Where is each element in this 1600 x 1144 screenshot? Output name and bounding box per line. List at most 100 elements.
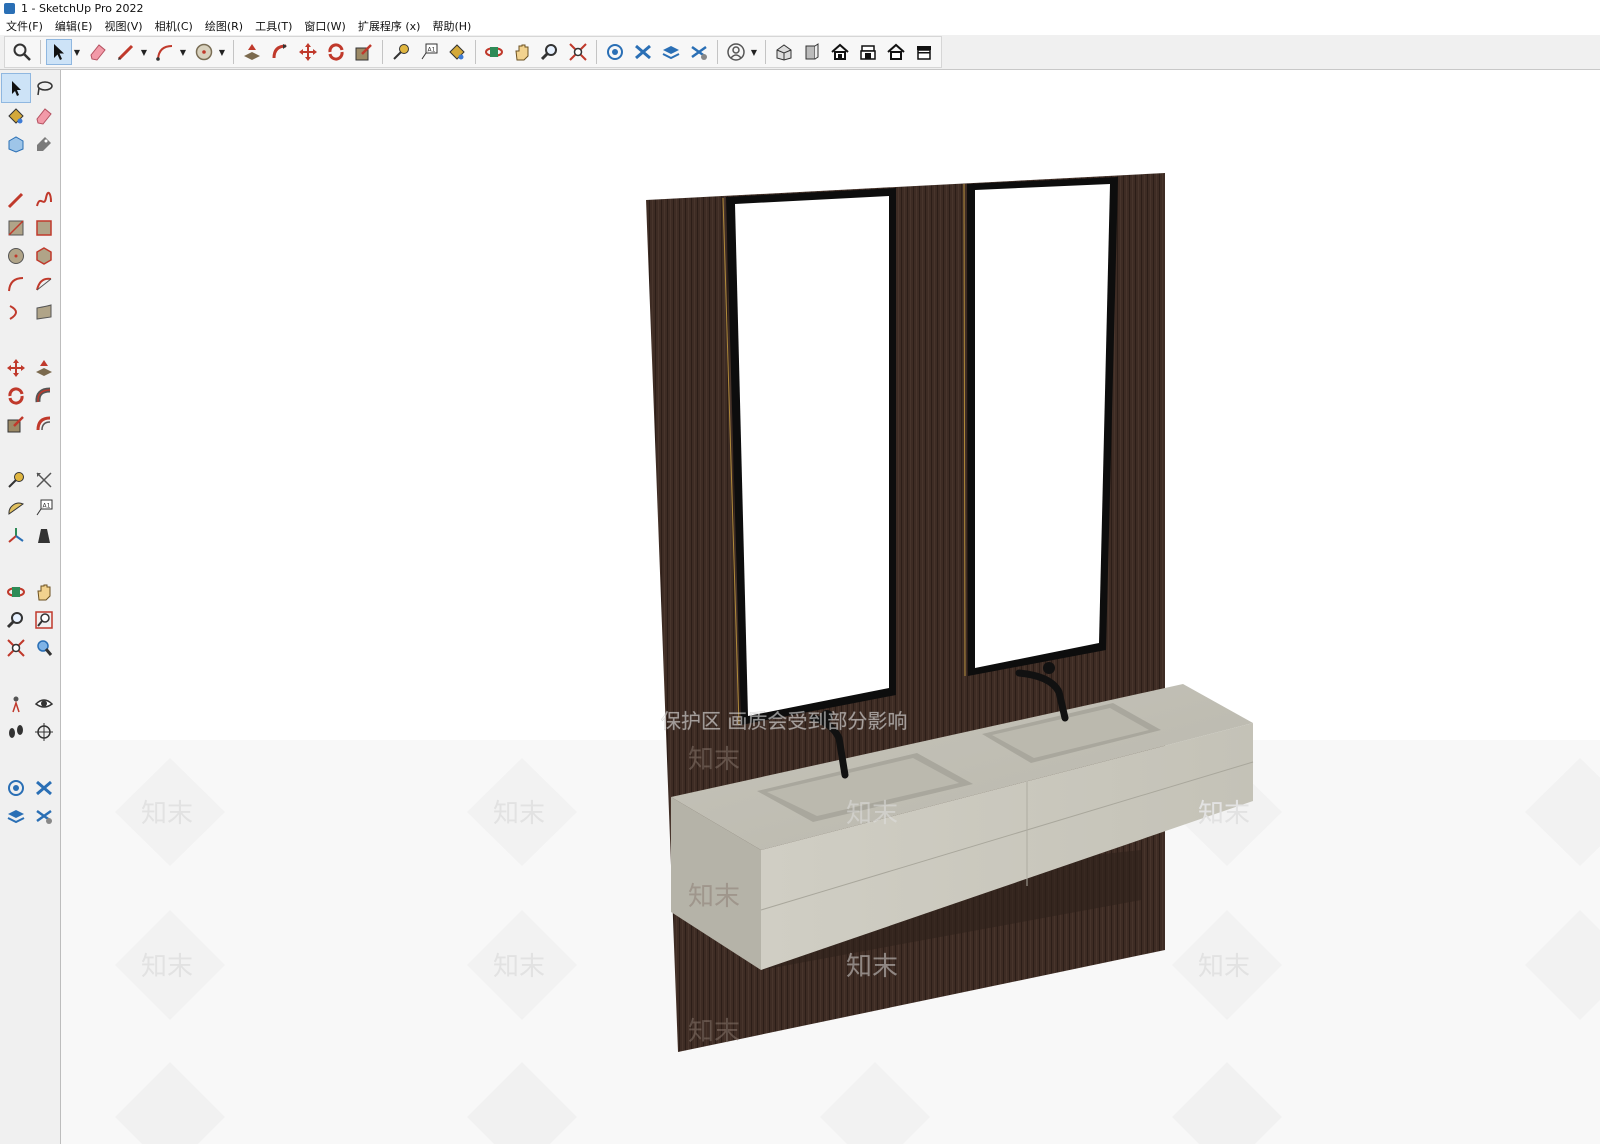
eraser-icon[interactable] (30, 102, 58, 130)
menu-file[interactable]: 文件(F) (0, 18, 49, 34)
position-camera-icon[interactable] (2, 690, 30, 718)
chevron-down-icon[interactable]: ▼ (218, 39, 226, 65)
right-view-icon[interactable] (855, 39, 881, 65)
menu-help[interactable]: 帮助(H) (426, 18, 477, 34)
mirror-left-glass[interactable] (735, 196, 889, 716)
iso-view-icon[interactable] (771, 39, 797, 65)
back-view-icon[interactable] (883, 39, 909, 65)
select-icon[interactable] (1, 73, 31, 103)
layers-icon[interactable] (658, 39, 684, 65)
zoom-window-icon[interactable] (30, 606, 58, 634)
text-icon[interactable]: A1 (416, 39, 442, 65)
zoom-extents-icon[interactable] (565, 39, 591, 65)
toolbar-separator (765, 40, 766, 64)
pencil-icon[interactable] (113, 39, 139, 65)
chevron-down-icon[interactable]: ▼ (179, 39, 187, 65)
pan-icon[interactable] (30, 578, 58, 606)
move-icon[interactable] (2, 354, 30, 382)
push-pull-icon[interactable] (239, 39, 265, 65)
pie-icon[interactable] (30, 298, 58, 326)
axes-icon[interactable] (2, 522, 30, 550)
toolbar-separator (233, 40, 234, 64)
menu-window[interactable]: 窗口(W) (298, 18, 351, 34)
sandbox-icon[interactable] (686, 39, 712, 65)
move-icon[interactable] (295, 39, 321, 65)
svg-text:A1: A1 (43, 503, 51, 510)
tag-icon[interactable] (30, 130, 58, 158)
zoom-extents-icon[interactable] (2, 634, 30, 662)
polygon-icon[interactable] (30, 242, 58, 270)
previous-view-icon[interactable] (30, 634, 58, 662)
watermark-tile: 知末 (493, 799, 545, 829)
menu-camera[interactable]: 相机(C) (149, 18, 199, 34)
circle-icon[interactable] (2, 242, 30, 270)
section-plane-icon[interactable] (30, 718, 58, 746)
front-view-icon[interactable] (799, 39, 825, 65)
look-around-icon[interactable] (30, 690, 58, 718)
follow-me-icon[interactable] (267, 39, 293, 65)
rotate-icon[interactable] (323, 39, 349, 65)
text-icon[interactable]: A1 (30, 494, 58, 522)
toolbar-separator (475, 40, 476, 64)
menu-extensions[interactable]: 扩展程序 (x) (352, 18, 427, 34)
circle-icon[interactable] (191, 39, 217, 65)
extension-icon[interactable] (630, 39, 656, 65)
menu-draw[interactable]: 绘图(R) (199, 18, 249, 34)
title-bar: 1 - SketchUp Pro 2022 (0, 0, 1600, 17)
eraser-icon[interactable] (85, 39, 111, 65)
pencil-icon[interactable] (2, 186, 30, 214)
lasso-select-icon[interactable] (30, 74, 58, 102)
window-title: 1 - SketchUp Pro 2022 (21, 2, 144, 15)
menu-tools[interactable]: 工具(T) (249, 18, 298, 34)
sandbox-icon[interactable] (30, 802, 58, 830)
rotate-icon[interactable] (2, 382, 30, 410)
menu-edit[interactable]: 编辑(E) (49, 18, 99, 34)
watermark-tile: 知末 (141, 952, 193, 982)
toolbar-separator (596, 40, 597, 64)
tape-measure-icon[interactable] (388, 39, 414, 65)
left-view-icon[interactable] (911, 39, 937, 65)
account-icon[interactable] (723, 39, 749, 65)
chevron-down-icon[interactable]: ▼ (750, 39, 758, 65)
chevron-down-icon[interactable]: ▼ (73, 39, 81, 65)
watermark-tile: 知末 (846, 952, 898, 982)
scale-icon[interactable] (2, 410, 30, 438)
walk-icon[interactable] (2, 718, 30, 746)
arc-icon[interactable] (2, 270, 30, 298)
search-icon[interactable] (9, 39, 35, 65)
layers-icon[interactable] (2, 802, 30, 830)
offset-icon[interactable] (30, 410, 58, 438)
extension-icon[interactable] (30, 774, 58, 802)
orbit-icon[interactable] (2, 578, 30, 606)
model-viewport[interactable]: 保护区 画质会受到部分影响 知末 知末 知末 知末 知末 知末 知末 知末 知末… (61, 70, 1600, 1144)
two-point-arc-icon[interactable] (30, 270, 58, 298)
zoom-icon[interactable] (2, 606, 30, 634)
protractor-icon[interactable] (2, 494, 30, 522)
mirror-right-glass[interactable] (975, 184, 1110, 668)
chevron-down-icon[interactable]: ▼ (140, 39, 148, 65)
rotated-rectangle-icon[interactable] (30, 214, 58, 242)
arc-icon[interactable] (152, 39, 178, 65)
menu-view[interactable]: 视图(V) (98, 18, 148, 34)
warehouse-icon[interactable] (602, 39, 628, 65)
make-component-icon[interactable] (2, 130, 30, 158)
three-point-arc-icon[interactable] (2, 298, 30, 326)
freehand-icon[interactable] (30, 186, 58, 214)
follow-me-icon[interactable] (30, 382, 58, 410)
rectangle-icon[interactable] (2, 214, 30, 242)
tape-measure-icon[interactable] (2, 466, 30, 494)
orbit-icon[interactable] (481, 39, 507, 65)
select-icon[interactable] (46, 39, 72, 65)
zoom-icon[interactable] (537, 39, 563, 65)
left-toolbar: A1 (0, 70, 61, 1144)
paint-bucket-icon[interactable] (2, 102, 30, 130)
3d-text-icon[interactable] (30, 522, 58, 550)
warehouse-icon[interactable] (2, 774, 30, 802)
svg-text:A1: A1 (428, 47, 436, 54)
paint-bucket-icon[interactable] (444, 39, 470, 65)
push-pull-icon[interactable] (30, 354, 58, 382)
dimension-icon[interactable] (30, 466, 58, 494)
pan-icon[interactable] (509, 39, 535, 65)
top-view-icon[interactable] (827, 39, 853, 65)
scale-icon[interactable] (351, 39, 377, 65)
